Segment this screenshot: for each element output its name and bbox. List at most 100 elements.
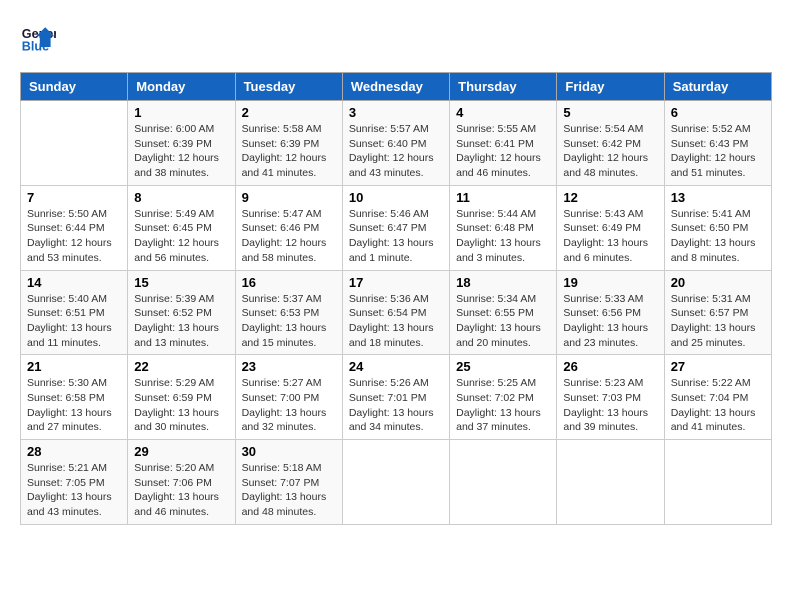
day-number: 20	[671, 275, 765, 290]
weekday-header-saturday: Saturday	[664, 73, 771, 101]
day-number: 4	[456, 105, 550, 120]
day-number: 22	[134, 359, 228, 374]
calendar-cell: 19 Sunrise: 5:33 AMSunset: 6:56 PMDaylig…	[557, 270, 664, 355]
calendar-cell: 13 Sunrise: 5:41 AMSunset: 6:50 PMDaylig…	[664, 185, 771, 270]
weekday-header-wednesday: Wednesday	[342, 73, 449, 101]
calendar-cell	[342, 440, 449, 525]
day-info: Sunrise: 5:57 AMSunset: 6:40 PMDaylight:…	[349, 122, 443, 181]
day-number: 24	[349, 359, 443, 374]
calendar-cell: 11 Sunrise: 5:44 AMSunset: 6:48 PMDaylig…	[450, 185, 557, 270]
calendar-table: SundayMondayTuesdayWednesdayThursdayFrid…	[20, 72, 772, 525]
day-number: 29	[134, 444, 228, 459]
day-number: 26	[563, 359, 657, 374]
day-number: 18	[456, 275, 550, 290]
calendar-cell: 27 Sunrise: 5:22 AMSunset: 7:04 PMDaylig…	[664, 355, 771, 440]
calendar-cell: 1 Sunrise: 6:00 AMSunset: 6:39 PMDayligh…	[128, 101, 235, 186]
day-info: Sunrise: 5:39 AMSunset: 6:52 PMDaylight:…	[134, 292, 228, 351]
day-info: Sunrise: 5:46 AMSunset: 6:47 PMDaylight:…	[349, 207, 443, 266]
day-number: 11	[456, 190, 550, 205]
calendar-cell: 17 Sunrise: 5:36 AMSunset: 6:54 PMDaylig…	[342, 270, 449, 355]
day-info: Sunrise: 5:18 AMSunset: 7:07 PMDaylight:…	[242, 461, 336, 520]
day-info: Sunrise: 5:55 AMSunset: 6:41 PMDaylight:…	[456, 122, 550, 181]
calendar-cell: 3 Sunrise: 5:57 AMSunset: 6:40 PMDayligh…	[342, 101, 449, 186]
calendar-cell: 20 Sunrise: 5:31 AMSunset: 6:57 PMDaylig…	[664, 270, 771, 355]
day-number: 9	[242, 190, 336, 205]
day-number: 15	[134, 275, 228, 290]
logo: General Blue	[20, 20, 60, 56]
day-number: 17	[349, 275, 443, 290]
weekday-header-tuesday: Tuesday	[235, 73, 342, 101]
weekday-header-friday: Friday	[557, 73, 664, 101]
day-number: 30	[242, 444, 336, 459]
weekday-header-sunday: Sunday	[21, 73, 128, 101]
calendar-cell: 6 Sunrise: 5:52 AMSunset: 6:43 PMDayligh…	[664, 101, 771, 186]
day-info: Sunrise: 5:26 AMSunset: 7:01 PMDaylight:…	[349, 376, 443, 435]
day-info: Sunrise: 5:40 AMSunset: 6:51 PMDaylight:…	[27, 292, 121, 351]
day-info: Sunrise: 5:34 AMSunset: 6:55 PMDaylight:…	[456, 292, 550, 351]
calendar-cell: 18 Sunrise: 5:34 AMSunset: 6:55 PMDaylig…	[450, 270, 557, 355]
day-info: Sunrise: 5:33 AMSunset: 6:56 PMDaylight:…	[563, 292, 657, 351]
day-number: 1	[134, 105, 228, 120]
day-info: Sunrise: 5:47 AMSunset: 6:46 PMDaylight:…	[242, 207, 336, 266]
calendar-cell: 29 Sunrise: 5:20 AMSunset: 7:06 PMDaylig…	[128, 440, 235, 525]
calendar-cell: 28 Sunrise: 5:21 AMSunset: 7:05 PMDaylig…	[21, 440, 128, 525]
calendar-cell: 26 Sunrise: 5:23 AMSunset: 7:03 PMDaylig…	[557, 355, 664, 440]
day-info: Sunrise: 5:23 AMSunset: 7:03 PMDaylight:…	[563, 376, 657, 435]
calendar-cell: 10 Sunrise: 5:46 AMSunset: 6:47 PMDaylig…	[342, 185, 449, 270]
day-info: Sunrise: 5:50 AMSunset: 6:44 PMDaylight:…	[27, 207, 121, 266]
day-info: Sunrise: 5:54 AMSunset: 6:42 PMDaylight:…	[563, 122, 657, 181]
day-number: 7	[27, 190, 121, 205]
day-number: 5	[563, 105, 657, 120]
day-info: Sunrise: 5:58 AMSunset: 6:39 PMDaylight:…	[242, 122, 336, 181]
day-number: 12	[563, 190, 657, 205]
calendar-cell: 15 Sunrise: 5:39 AMSunset: 6:52 PMDaylig…	[128, 270, 235, 355]
logo-icon: General Blue	[20, 20, 56, 56]
day-number: 19	[563, 275, 657, 290]
day-info: Sunrise: 5:31 AMSunset: 6:57 PMDaylight:…	[671, 292, 765, 351]
calendar-cell: 16 Sunrise: 5:37 AMSunset: 6:53 PMDaylig…	[235, 270, 342, 355]
weekday-header-monday: Monday	[128, 73, 235, 101]
day-info: Sunrise: 5:27 AMSunset: 7:00 PMDaylight:…	[242, 376, 336, 435]
calendar-cell: 7 Sunrise: 5:50 AMSunset: 6:44 PMDayligh…	[21, 185, 128, 270]
day-number: 23	[242, 359, 336, 374]
day-number: 16	[242, 275, 336, 290]
day-number: 6	[671, 105, 765, 120]
day-info: Sunrise: 5:25 AMSunset: 7:02 PMDaylight:…	[456, 376, 550, 435]
calendar-cell: 5 Sunrise: 5:54 AMSunset: 6:42 PMDayligh…	[557, 101, 664, 186]
calendar-cell: 2 Sunrise: 5:58 AMSunset: 6:39 PMDayligh…	[235, 101, 342, 186]
day-info: Sunrise: 5:20 AMSunset: 7:06 PMDaylight:…	[134, 461, 228, 520]
day-number: 28	[27, 444, 121, 459]
calendar-cell: 8 Sunrise: 5:49 AMSunset: 6:45 PMDayligh…	[128, 185, 235, 270]
calendar-cell: 14 Sunrise: 5:40 AMSunset: 6:51 PMDaylig…	[21, 270, 128, 355]
calendar-cell	[450, 440, 557, 525]
day-info: Sunrise: 5:22 AMSunset: 7:04 PMDaylight:…	[671, 376, 765, 435]
day-info: Sunrise: 5:30 AMSunset: 6:58 PMDaylight:…	[27, 376, 121, 435]
day-info: Sunrise: 5:29 AMSunset: 6:59 PMDaylight:…	[134, 376, 228, 435]
day-info: Sunrise: 5:41 AMSunset: 6:50 PMDaylight:…	[671, 207, 765, 266]
day-number: 2	[242, 105, 336, 120]
day-number: 8	[134, 190, 228, 205]
day-number: 25	[456, 359, 550, 374]
day-info: Sunrise: 5:49 AMSunset: 6:45 PMDaylight:…	[134, 207, 228, 266]
day-number: 3	[349, 105, 443, 120]
calendar-cell	[21, 101, 128, 186]
day-info: Sunrise: 5:37 AMSunset: 6:53 PMDaylight:…	[242, 292, 336, 351]
day-number: 14	[27, 275, 121, 290]
calendar-cell: 22 Sunrise: 5:29 AMSunset: 6:59 PMDaylig…	[128, 355, 235, 440]
day-info: Sunrise: 5:44 AMSunset: 6:48 PMDaylight:…	[456, 207, 550, 266]
calendar-cell: 25 Sunrise: 5:25 AMSunset: 7:02 PMDaylig…	[450, 355, 557, 440]
weekday-header-thursday: Thursday	[450, 73, 557, 101]
day-info: Sunrise: 5:21 AMSunset: 7:05 PMDaylight:…	[27, 461, 121, 520]
day-info: Sunrise: 5:52 AMSunset: 6:43 PMDaylight:…	[671, 122, 765, 181]
day-info: Sunrise: 5:36 AMSunset: 6:54 PMDaylight:…	[349, 292, 443, 351]
page-header: General Blue	[20, 20, 772, 56]
calendar-cell: 21 Sunrise: 5:30 AMSunset: 6:58 PMDaylig…	[21, 355, 128, 440]
calendar-cell: 24 Sunrise: 5:26 AMSunset: 7:01 PMDaylig…	[342, 355, 449, 440]
day-number: 10	[349, 190, 443, 205]
day-info: Sunrise: 6:00 AMSunset: 6:39 PMDaylight:…	[134, 122, 228, 181]
calendar-cell: 30 Sunrise: 5:18 AMSunset: 7:07 PMDaylig…	[235, 440, 342, 525]
day-number: 13	[671, 190, 765, 205]
calendar-cell: 23 Sunrise: 5:27 AMSunset: 7:00 PMDaylig…	[235, 355, 342, 440]
day-number: 27	[671, 359, 765, 374]
calendar-cell: 9 Sunrise: 5:47 AMSunset: 6:46 PMDayligh…	[235, 185, 342, 270]
